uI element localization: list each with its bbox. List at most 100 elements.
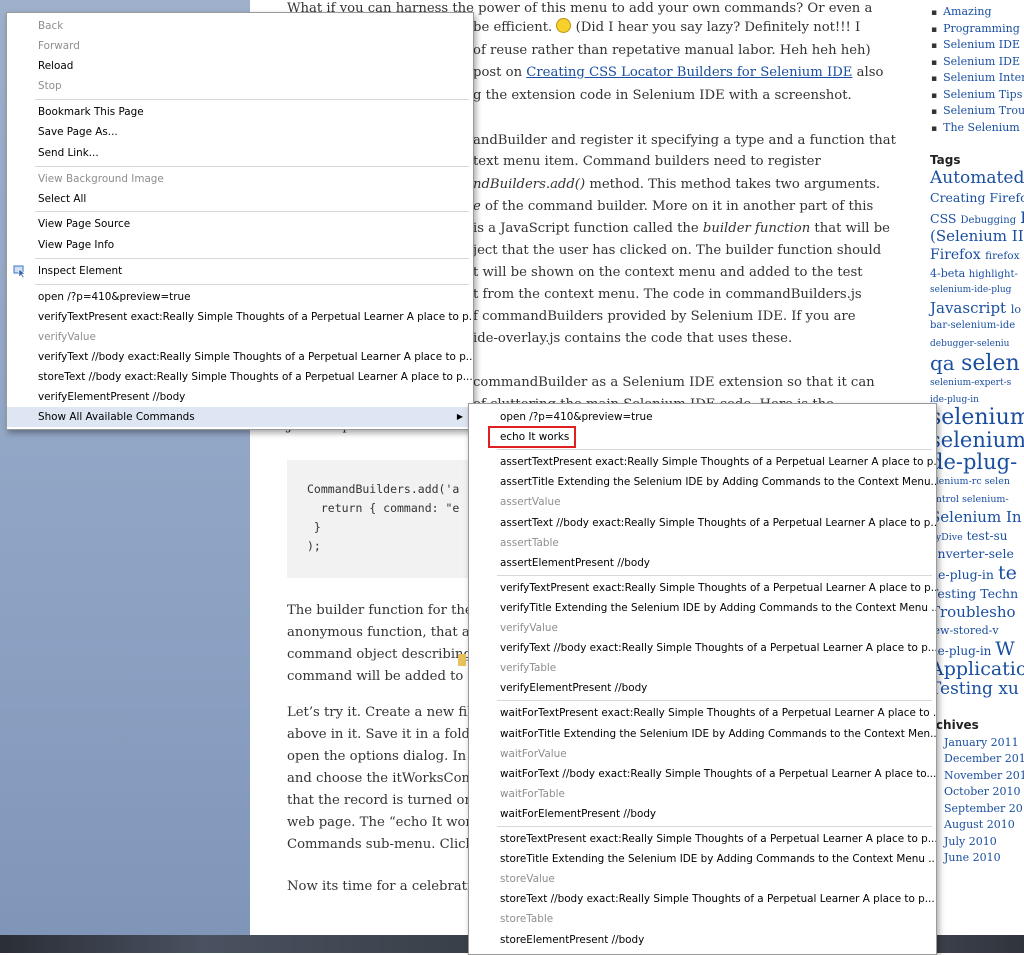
tag-link[interactable]: Javascript lo <box>930 299 1021 317</box>
tag-link[interactable]: Testing Techn <box>930 586 1018 601</box>
tag-link[interactable]: Firefox firefox <box>930 247 1020 263</box>
category-link[interactable]: The Selenium B <box>931 121 1024 134</box>
css-locator-builders-link[interactable]: Creating CSS Locator Builders for Seleni… <box>526 65 852 80</box>
submenu-command-item[interactable]: assertElementPresent //body <box>469 553 936 573</box>
menu-item-inspect-element[interactable]: Inspect Element <box>7 261 473 281</box>
submenu-command-item[interactable]: waitForText //body exact:Really Simple T… <box>469 764 936 784</box>
tag-link[interactable]: debugger-seleniu <box>930 339 1009 349</box>
tag-link[interactable]: ide-plug-in <box>930 395 979 405</box>
tag-link[interactable]: Automated <box>930 168 1024 188</box>
menu-separator <box>35 211 469 212</box>
menu-item-reload[interactable]: Reload <box>7 56 473 76</box>
tag-link[interactable]: Selenium In <box>930 508 1022 526</box>
submenu-command-item[interactable]: storeTextPresent exact:Really Simple Tho… <box>469 829 936 849</box>
archive-link[interactable]: August 2010 <box>944 818 1015 831</box>
archive-link[interactable]: October 2010 <box>944 785 1021 798</box>
submenu-command-item[interactable]: open /?p=410&preview=true <box>469 407 936 427</box>
menu-item-send-link[interactable]: Send Link... <box>7 143 473 163</box>
tag-link[interactable]: onverter-sele <box>930 546 1014 561</box>
menu-item-stop[interactable]: Stop <box>7 76 473 96</box>
archive-link[interactable]: November 201 <box>944 769 1024 782</box>
category-link[interactable]: Selenium Trou <box>931 104 1024 117</box>
menu-item-command-store-text[interactable]: storeText //body exact:Really Simple Tho… <box>7 367 473 387</box>
tag-link[interactable]: qa selen <box>930 351 1020 376</box>
tag-link[interactable]: Creating Firefo <box>930 190 1024 205</box>
archive-link[interactable]: September 201 <box>944 802 1024 815</box>
tag-link[interactable]: CSS Debugging F <box>930 208 1024 227</box>
article-line: post on Creating CSS Locator Builders fo… <box>473 65 884 80</box>
category-link[interactable]: Selenium IDE P <box>931 38 1024 51</box>
submenu-command-item[interactable]: verifyTable <box>469 658 936 678</box>
menu-item-command-verify-text-present[interactable]: verifyTextPresent exact:Really Simple Th… <box>7 307 473 327</box>
tag-link[interactable]: ontrol selenium- <box>930 494 1009 505</box>
submenu-command-item[interactable]: assertValue <box>469 492 936 512</box>
article-line: commandBuilder as a Selenium IDE extensi… <box>473 375 875 390</box>
article-line: andBuilder and register it specifying a … <box>473 133 896 148</box>
category-link[interactable]: Selenium Tips <box>931 88 1022 101</box>
submenu-command-item[interactable]: echo It works <box>469 427 936 447</box>
menu-item-select-all[interactable]: Select All <box>7 189 473 209</box>
menu-item-back[interactable]: Back <box>7 16 473 36</box>
menu-item-save-page-as[interactable]: Save Page As... <box>7 122 473 142</box>
tag-link[interactable]: iew-stored-v <box>930 624 999 637</box>
submenu-command-item[interactable]: waitForElementPresent //body <box>469 804 936 824</box>
submenu-command-item[interactable]: assertText //body exact:Really Simple Th… <box>469 513 936 533</box>
menu-item-view-background-image[interactable]: View Background Image <box>7 169 473 189</box>
tag-link[interactable]: bar-selenium-ide <box>930 320 1015 331</box>
submenu-command-item[interactable]: storeText //body exact:Really Simple Tho… <box>469 889 936 909</box>
article-line: web page. The “echo It work <box>287 815 480 830</box>
menu-item-command-open[interactable]: open /?p=410&preview=true <box>7 287 473 307</box>
category-link[interactable]: Selenium Inter <box>931 71 1024 84</box>
submenu-command-item[interactable]: storeTitle Extending the Selenium IDE by… <box>469 849 936 869</box>
submenu-command-item[interactable]: waitForTextPresent exact:Really Simple T… <box>469 703 936 723</box>
tag-link[interactable]: de-plug- <box>930 450 1017 474</box>
menu-item-command-verify-value[interactable]: verifyValue <box>7 327 473 347</box>
submenu-arrow-icon: ▶ <box>456 412 463 421</box>
menu-item-view-page-source[interactable]: View Page Source <box>7 214 473 234</box>
tag-link[interactable]: Troublesho <box>930 603 1016 621</box>
menu-item-command-verify-element-present[interactable]: verifyElementPresent //body <box>7 387 473 407</box>
archive-link[interactable]: July 2010 <box>944 835 997 848</box>
submenu-command-item[interactable]: verifyElementPresent //body <box>469 678 936 698</box>
tag-link[interactable]: de-plug-in W <box>930 638 1015 660</box>
submenu-command-item[interactable]: storeTable <box>469 909 936 929</box>
tag-link[interactable]: (Selenium II <box>930 227 1024 245</box>
article-line: command will be added to th <box>287 669 482 684</box>
code-line: return { command: "e <box>307 501 460 515</box>
tag-link[interactable]: de-plug-in te <box>930 562 1017 584</box>
menu-item-show-all-commands[interactable]: Show All Available Commands ▶ <box>7 407 473 427</box>
submenu-command-item[interactable]: waitForTable <box>469 784 936 804</box>
tag-link[interactable]: Testing xu <box>930 679 1019 699</box>
menu-item-forward[interactable]: Forward <box>7 36 473 56</box>
tag-link[interactable]: Applicatio <box>930 658 1024 680</box>
tag-link[interactable]: elenium-rc selen <box>930 476 1010 487</box>
tag-link[interactable]: selenium-expert-s <box>930 378 1011 388</box>
submenu-command-item[interactable]: assertTitle Extending the Selenium IDE b… <box>469 472 936 492</box>
submenu-command-item[interactable]: storeElementPresent //body <box>469 930 936 950</box>
menu-item-view-page-info[interactable]: View Page Info <box>7 235 473 255</box>
menu-item-command-verify-text[interactable]: verifyText //body exact:Really Simple Th… <box>7 347 473 367</box>
submenu-command-item[interactable]: verifyTitle Extending the Selenium IDE b… <box>469 598 936 618</box>
tag-link[interactable]: kyDive test-su <box>930 529 1007 543</box>
submenu-command-item[interactable]: verifyValue <box>469 618 936 638</box>
archive-link[interactable]: December 2010 <box>944 752 1024 765</box>
archive-link[interactable]: June 2010 <box>944 851 1001 864</box>
tag-link[interactable]: 4-beta highlight- <box>930 267 1018 280</box>
category-link[interactable]: Selenium IDE P <box>931 55 1024 68</box>
submenu-command-item[interactable]: verifyText //body exact:Really Simple Th… <box>469 638 936 658</box>
category-link[interactable]: Programming <box>931 22 1020 35</box>
category-link[interactable]: Amazing <box>931 5 991 18</box>
submenu-command-item[interactable]: assertTextPresent exact:Really Simple Th… <box>469 452 936 472</box>
tag-link[interactable]: selenium <box>930 428 1024 452</box>
submenu-command-item[interactable]: verifyTextPresent exact:Really Simple Th… <box>469 578 936 598</box>
submenu-command-item[interactable]: waitForTitle Extending the Selenium IDE … <box>469 724 936 744</box>
tag-link[interactable]: selenium <box>930 405 1024 430</box>
article-line: of reuse rather than repetative manual l… <box>473 43 871 58</box>
tag-link[interactable]: selenium-ide-plug <box>930 285 1011 295</box>
submenu-command-item[interactable]: waitForValue <box>469 744 936 764</box>
submenu-command-item[interactable]: assertTable <box>469 533 936 553</box>
article-line: Now its time for a celebratio <box>287 879 480 894</box>
archive-link[interactable]: January 2011 <box>944 736 1019 749</box>
menu-item-bookmark-page[interactable]: Bookmark This Page <box>7 102 473 122</box>
submenu-command-item[interactable]: storeValue <box>469 869 936 889</box>
